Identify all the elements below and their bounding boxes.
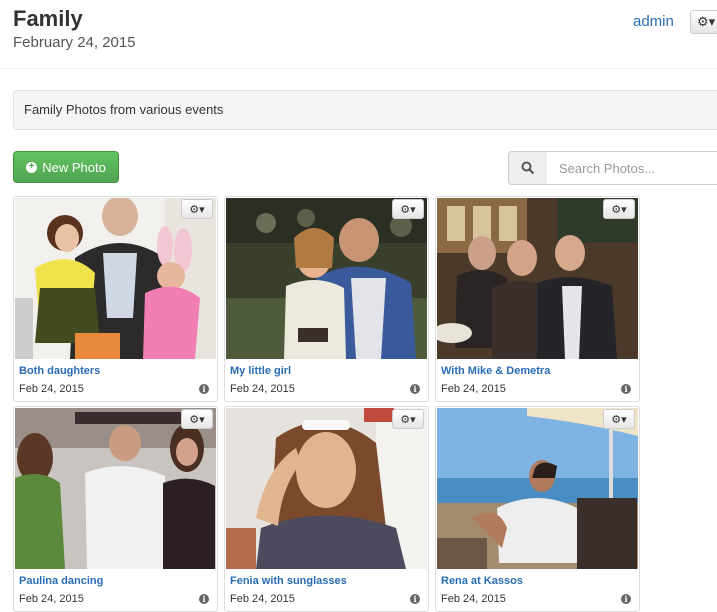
user-link[interactable]: admin <box>633 13 674 30</box>
photo-settings-button[interactable]: ⚙▾ <box>181 199 213 219</box>
photo-thumbnail[interactable] <box>226 198 427 359</box>
photo-thumbnail[interactable] <box>226 408 427 569</box>
info-icon[interactable]: i <box>621 594 631 604</box>
search-input[interactable] <box>547 151 717 185</box>
photo-date: Feb 24, 2015 <box>230 383 295 395</box>
settings-dropdown-button[interactable]: ⚙▾ <box>690 10 717 34</box>
plus-icon: + <box>26 161 38 173</box>
photo-date: Feb 24, 2015 <box>19 593 84 605</box>
photo-caption[interactable]: Fenia with sunglasses <box>230 575 347 587</box>
new-photo-button[interactable]: + New Photo <box>13 151 119 183</box>
photo-settings-button[interactable]: ⚙▾ <box>392 409 424 429</box>
photo-date: Feb 24, 2015 <box>19 383 84 395</box>
photo-card: ⚙▾ Paulina dancing Feb 24, 2015 i <box>13 406 218 612</box>
photo-settings-button[interactable]: ⚙▾ <box>603 409 635 429</box>
search-button[interactable] <box>508 151 548 185</box>
gear-icon: ⚙▾ <box>611 413 627 426</box>
album-date: February 24, 2015 <box>13 34 136 51</box>
info-icon[interactable]: i <box>621 384 631 394</box>
photo-date: Feb 24, 2015 <box>441 593 506 605</box>
photo-thumbnail[interactable] <box>15 408 216 569</box>
photo-card: ⚙▾ With Mike & Demetra Feb 24, 2015 i <box>435 196 640 402</box>
photo-date: Feb 24, 2015 <box>441 383 506 395</box>
photo-card: ⚙▾ Rena at Kassos Feb 24, 2015 i <box>435 406 640 612</box>
photo-thumbnail[interactable] <box>437 198 638 359</box>
info-icon[interactable]: i <box>410 594 420 604</box>
album-description: Family Photos from various events <box>13 90 717 130</box>
gear-icon: ⚙▾ <box>189 413 205 426</box>
new-photo-label: New Photo <box>42 159 106 175</box>
info-icon[interactable]: i <box>199 384 209 394</box>
search-icon <box>521 161 535 175</box>
photo-caption[interactable]: Rena at Kassos <box>441 575 523 587</box>
info-icon[interactable]: i <box>410 384 420 394</box>
info-icon[interactable]: i <box>199 594 209 604</box>
photo-settings-button[interactable]: ⚙▾ <box>603 199 635 219</box>
photo-settings-button[interactable]: ⚙▾ <box>392 199 424 219</box>
gear-icon: ⚙▾ <box>189 203 205 216</box>
gear-icon: ⚙▾ <box>611 203 627 216</box>
gear-icon: ⚙▾ <box>400 203 416 216</box>
photo-thumbnail[interactable] <box>437 408 638 569</box>
page-title: Family <box>13 6 83 31</box>
photo-date: Feb 24, 2015 <box>230 593 295 605</box>
gear-icon: ⚙▾ <box>400 413 416 426</box>
photo-card: ⚙▾ Fenia with sunglasses Feb 24, 2015 i <box>224 406 429 612</box>
gear-icon: ⚙▾ <box>697 14 716 29</box>
photo-caption[interactable]: Both daughters <box>19 365 100 377</box>
photo-caption[interactable]: Paulina dancing <box>19 575 103 587</box>
photo-caption[interactable]: With Mike & Demetra <box>441 365 550 377</box>
photo-thumbnail[interactable] <box>15 198 216 359</box>
photo-card: ⚙▾ Both daughters Feb 24, 2015 i <box>13 196 218 402</box>
photo-card: ⚙▾ My little girl Feb 24, 2015 i <box>224 196 429 402</box>
photo-settings-button[interactable]: ⚙▾ <box>181 409 213 429</box>
divider <box>0 68 717 69</box>
photo-caption[interactable]: My little girl <box>230 365 291 377</box>
